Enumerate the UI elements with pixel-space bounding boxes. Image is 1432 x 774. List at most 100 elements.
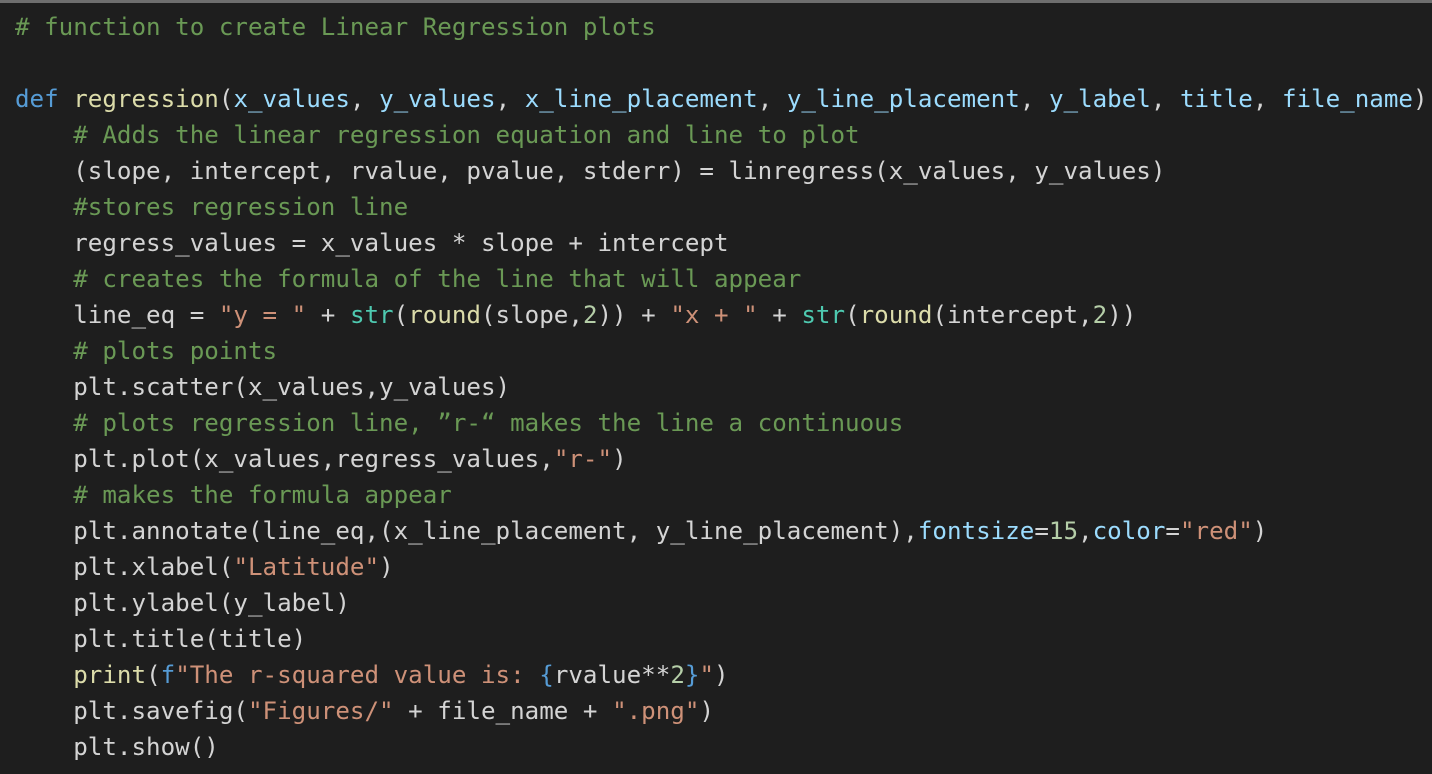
code-token-function: round (408, 301, 481, 329)
code-line: plt.annotate(line_eq,(x_line_placement, … (15, 513, 1432, 549)
code-token-string: "red" (1179, 517, 1253, 545)
code-token-plain: plt.plot(x_values,regress_values, (15, 445, 554, 473)
code-token-comment: # function to create Linear Regression p… (15, 13, 656, 41)
code-token-plain: plt.show() (15, 733, 219, 761)
code-token-string: "The r-squared value is: (175, 661, 540, 689)
code-line: # makes the formula appear (15, 477, 1432, 513)
code-token-plain: line_eq = (15, 301, 219, 329)
code-token-plain: + (757, 301, 802, 329)
code-token-function: round (859, 301, 933, 329)
code-token-string: ".png" (612, 697, 700, 725)
code-line: # plots regression line, ”r-“ makes the … (15, 405, 1432, 441)
code-token-param: x_line_placement (524, 85, 758, 113)
code-token-plain: , (1019, 85, 1049, 113)
code-token-plain: ): (1413, 85, 1432, 113)
code-token-plain: ) (714, 661, 729, 689)
code-token-keyword: f (160, 661, 176, 689)
code-token-comment: # makes the formula appear (15, 481, 452, 509)
code-token-keyword: } (684, 661, 700, 689)
code-line: plt.show() (15, 729, 1432, 765)
code-token-plain: + (306, 301, 350, 329)
code-line: # function to create Linear Regression p… (15, 9, 1432, 45)
code-token-builtin: str (801, 301, 846, 329)
code-token-number: 2 (670, 661, 685, 689)
code-line: # plots points (15, 333, 1432, 369)
code-line: plt.ylabel(y_label) (15, 585, 1432, 621)
code-token-string: " (699, 661, 714, 689)
code-token-plain: (intercept, (932, 301, 1093, 329)
code-line: # creates the formula of the line that w… (15, 261, 1432, 297)
code-line: line_eq = "y = " + str(round(slope,2)) +… (15, 297, 1432, 333)
code-token-plain: ( (218, 85, 234, 113)
code-token-plain: , (349, 85, 380, 113)
code-token-plain: ) (612, 445, 627, 473)
code-token-builtin: str (349, 301, 394, 329)
code-token-string: "Figures/" (248, 697, 394, 725)
code-line: # Adds the linear regression equation an… (15, 117, 1432, 153)
code-token-plain: plt.ylabel(y_label) (15, 589, 350, 617)
code-token-plain: = (1165, 517, 1180, 545)
code-line: plt.xlabel("Latitude") (15, 549, 1432, 585)
code-token-plain: , (1078, 517, 1093, 545)
code-line: print(f"The r-squared value is: {rvalue*… (15, 657, 1432, 693)
code-token-param: fontsize (917, 517, 1035, 545)
code-token-comment: # Adds the linear regression equation an… (15, 121, 860, 149)
code-token-keyword: def (15, 85, 59, 113)
code-token-plain: plt.scatter(x_values,y_values) (15, 373, 511, 401)
code-token-param: color (1092, 517, 1166, 545)
code-token-plain: regress_values = x_values * slope + inte… (15, 229, 729, 257)
code-token-plain: ( (845, 301, 860, 329)
code-token-plain: plt.savefig( (15, 697, 248, 725)
code-token-plain: , (495, 85, 525, 113)
code-token-function: print (73, 661, 147, 689)
code-token-plain: , (1150, 85, 1180, 113)
code-token-plain: )) (1107, 301, 1137, 329)
code-token-plain: ( (146, 661, 161, 689)
code-token-plain: plt.annotate(line_eq,(x_line_placement, … (15, 517, 918, 545)
code-line: def regression(x_values, y_values, x_lin… (15, 81, 1432, 117)
code-line: #stores regression line (15, 189, 1432, 225)
code-token-function: regression (73, 85, 219, 113)
code-token-param: y_label (1048, 85, 1151, 113)
code-token-comment: # creates the formula of the line that w… (15, 265, 802, 293)
code-line: regress_values = x_values * slope + inte… (15, 225, 1432, 261)
code-token-param: file_name (1281, 85, 1413, 113)
code-token-comment: # plots regression line, ”r-“ makes the … (15, 409, 904, 437)
code-editor[interactable]: # function to create Linear Regression p… (15, 9, 1432, 765)
code-token-plain: ( (393, 301, 409, 329)
code-line: (slope, intercept, rvalue, pvalue, stder… (15, 153, 1432, 189)
code-token-param: title (1180, 85, 1253, 113)
code-token-plain: , (757, 85, 787, 113)
code-token-plain: plt.title(title) (15, 625, 307, 653)
code-token-string: "y = " (218, 301, 307, 329)
code-token-plain: (slope, intercept, rvalue, pvalue, stder… (15, 157, 1166, 185)
code-token-string: "r-" (553, 445, 613, 473)
code-token-plain: plt.xlabel( (15, 553, 234, 581)
code-token-number: 2 (582, 301, 598, 329)
code-token-keyword: { (539, 661, 554, 689)
code-token-number: 2 (1092, 301, 1108, 329)
code-line: plt.title(title) (15, 621, 1432, 657)
code-token-string: "x + " (670, 301, 758, 329)
code-token-plain: , (1252, 85, 1282, 113)
code-token-param: y_line_placement (786, 85, 1020, 113)
code-token-comment: #stores regression line (15, 193, 409, 221)
code-token-plain: ) (1252, 517, 1268, 545)
code-token-plain: rvalue** (553, 661, 671, 689)
code-token-string: "Latitude" (233, 553, 380, 581)
code-token-plain: (slope, (481, 301, 583, 329)
code-token-plain: ) (379, 553, 394, 581)
code-token-number: 15 (1048, 517, 1079, 545)
code-token-plain: ) (699, 697, 714, 725)
code-token-comment: # plots points (15, 337, 278, 365)
code-token-param: y_values (379, 85, 496, 113)
code-line: plt.savefig("Figures/" + file_name + ".p… (15, 693, 1432, 729)
code-token-plain: + file_name + (393, 697, 613, 725)
code-line: plt.scatter(x_values,y_values) (15, 369, 1432, 405)
code-token-plain: )) + (597, 301, 671, 329)
code-token-param: x_values (233, 85, 350, 113)
code-token-plain: = (1034, 517, 1049, 545)
